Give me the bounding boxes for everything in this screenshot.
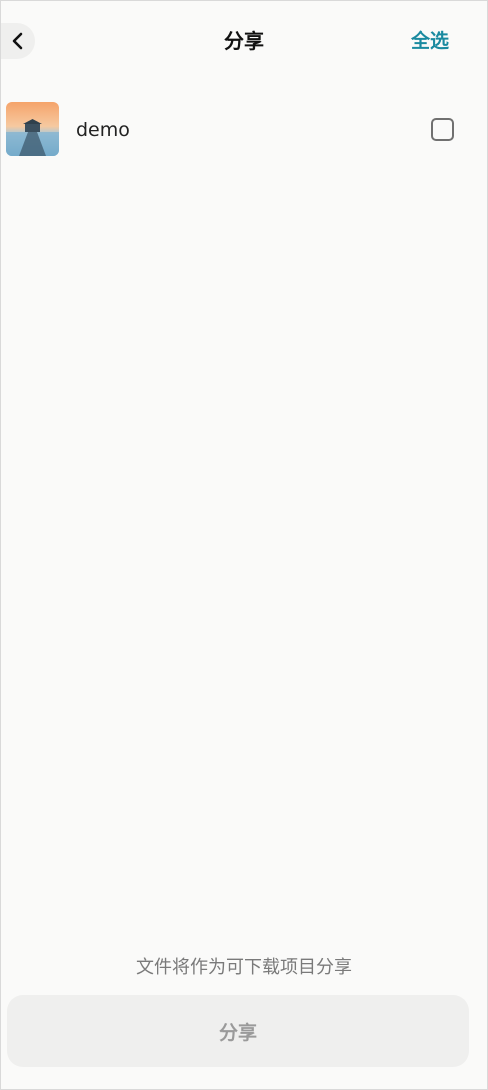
list-item[interactable]: demo	[1, 97, 487, 163]
share-screen: 分享 全选 demo 文件将作为可下载项目分享 分享	[0, 0, 488, 1090]
landscape-thumbnail	[6, 102, 59, 156]
select-all-button[interactable]: 全选	[411, 27, 449, 55]
list-item-name: demo	[76, 119, 130, 141]
share-button[interactable]: 分享	[7, 995, 469, 1067]
item-checkbox[interactable]	[431, 118, 454, 141]
header: 分享 全选	[1, 1, 487, 81]
share-hint: 文件将作为可下载项目分享	[136, 957, 352, 978]
